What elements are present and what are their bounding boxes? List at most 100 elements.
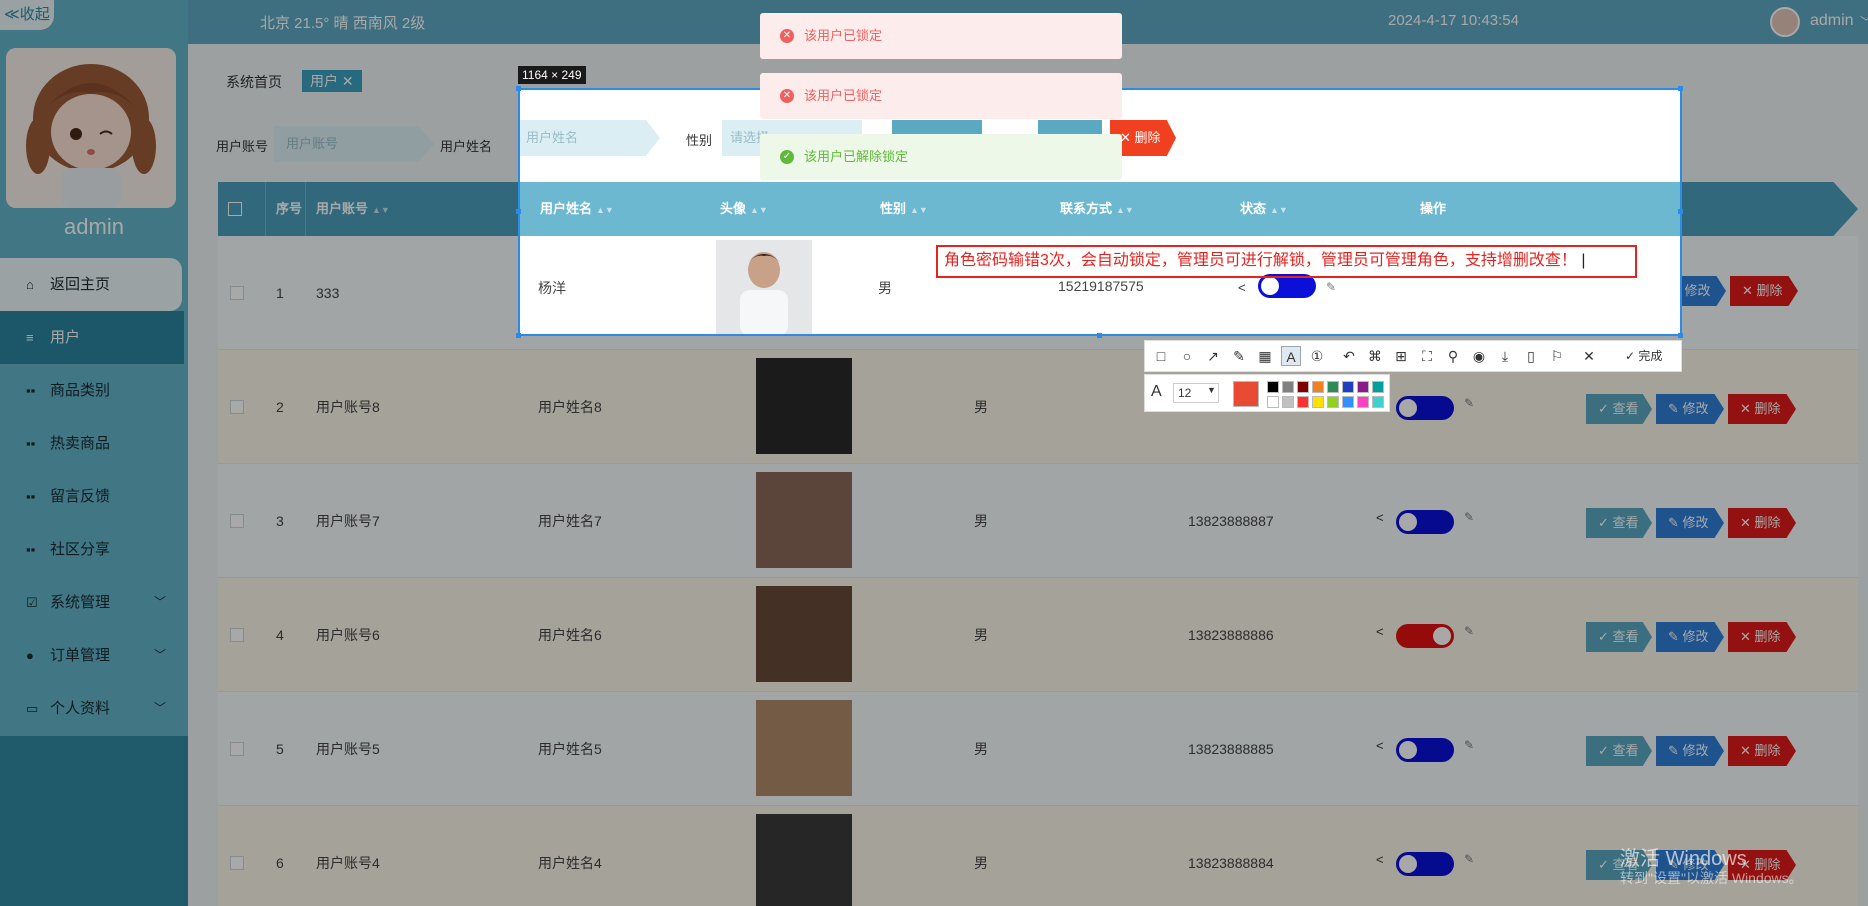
sidebar-item-feedback[interactable]: ▪▪ 留言反馈 [0,470,188,523]
edit-icon[interactable]: ✎ [1464,624,1474,638]
edit-icon[interactable]: ✎ [1464,396,1474,410]
lock-toggle[interactable] [1396,738,1454,762]
row-checkbox[interactable] [230,286,244,300]
user-name[interactable]: admin [1810,12,1854,30]
color-swatch[interactable] [1357,381,1369,393]
view-button[interactable]: ✓ 查看 [1586,508,1652,538]
delete-button[interactable]: ✕ 删除 [1728,508,1796,538]
color-swatch[interactable] [1297,381,1309,393]
share-icon[interactable]: < [1376,510,1384,525]
delete-button[interactable]: ✕ 删除 [1728,622,1796,652]
row-checkbox[interactable] [230,400,244,414]
user-avatar[interactable] [1770,7,1800,37]
header-status[interactable]: 状态 ▲▼ [1230,182,1410,236]
edit-icon[interactable]: ✎ [1464,510,1474,524]
lock-toggle[interactable] [1396,396,1454,420]
resize-handle[interactable] [1678,333,1683,338]
close-icon[interactable]: ✕ [1579,346,1599,366]
share-icon[interactable]: < [1376,852,1384,867]
resize-handle[interactable] [1097,333,1102,338]
resize-handle[interactable] [516,333,521,338]
rectangle-icon[interactable]: □ [1151,346,1171,366]
sidebar-item-system[interactable]: ☑ 系统管理 ﹀ [0,576,188,629]
resize-handle[interactable] [1678,209,1683,214]
header-name[interactable]: 用户姓名 ▲▼ [530,182,710,236]
ocr-icon[interactable]: ⌘ [1365,346,1385,366]
header-avatar[interactable]: 头像 ▲▼ [710,182,870,236]
resize-handle[interactable] [516,209,521,214]
download-icon[interactable]: ⤓ [1495,346,1515,366]
sidebar-item-community[interactable]: ▪▪ 社区分享 [0,523,188,576]
pen-icon[interactable]: ✎ [1229,346,1249,366]
header-account[interactable]: 用户账号 ▲▼ [306,182,524,236]
color-swatch[interactable] [1372,396,1384,408]
undo-icon[interactable]: ↶ [1339,346,1359,366]
row-checkbox[interactable] [230,628,244,642]
sidebar-item-hot-products[interactable]: ▪▪ 热卖商品 [0,417,188,470]
color-swatch[interactable] [1312,396,1324,408]
current-color-swatch[interactable] [1233,381,1259,407]
view-button[interactable]: ✓ 查看 [1586,622,1652,652]
chevron-down-icon[interactable]: ﹀ [1860,13,1868,30]
sidebar-item-home[interactable]: ⌂ 返回主页 [0,258,182,311]
color-swatch[interactable] [1267,381,1279,393]
lock-toggle[interactable] [1396,510,1454,534]
done-button[interactable]: ✓ 完成 [1625,347,1662,364]
account-input[interactable]: 用户账号 [274,126,434,162]
sidebar-item-users[interactable]: ≡ 用户 [0,311,184,364]
sidebar-item-orders[interactable]: ● 订单管理 ﹀ [0,629,188,682]
header-select-all[interactable] [218,182,266,236]
resize-handle[interactable] [516,86,521,91]
color-swatch[interactable] [1327,381,1339,393]
edit-button[interactable]: ✎ 修改 [1656,394,1724,424]
text-icon[interactable]: A [1281,346,1301,366]
color-swatch[interactable] [1282,396,1294,408]
row-checkbox[interactable] [230,514,244,528]
color-swatch[interactable] [1282,381,1294,393]
edit-icon[interactable]: ✎ [1326,280,1336,294]
header-gender[interactable]: 性别 ▲▼ [870,182,1050,236]
collapse-button[interactable]: ≪收起 [0,0,54,30]
share-icon[interactable]: < [1238,280,1246,295]
share-icon[interactable]: < [1376,738,1384,753]
breadcrumb-home[interactable]: 系统首页 [226,72,282,92]
number-icon[interactable]: ① [1307,346,1327,366]
resize-handle[interactable] [1678,86,1683,91]
delete-button[interactable]: ✕ 删除 [1728,736,1796,766]
color-swatch[interactable] [1312,381,1324,393]
color-swatch[interactable] [1267,396,1279,408]
color-swatch[interactable] [1327,396,1339,408]
delete-button[interactable]: ✕ 删除 [1728,394,1796,424]
color-swatch[interactable] [1297,396,1309,408]
color-swatch[interactable] [1342,396,1354,408]
annotation-textbox[interactable]: 角色密码输错3次，会自动锁定，管理员可进行解锁，管理员可管理角色，支持增删改查！… [936,245,1637,278]
view-button[interactable]: ✓ 查看 [1586,394,1652,424]
edit-button[interactable]: ✎ 修改 [1656,508,1724,538]
header-phone[interactable]: 联系方式 ▲▼ [1050,182,1230,236]
lock-toggle[interactable] [1396,624,1454,648]
crop-icon[interactable]: ⛶ [1417,346,1437,366]
edit-icon[interactable]: ✎ [1464,852,1474,866]
tab-users[interactable]: 用户 ✕ [302,70,362,92]
color-swatch[interactable] [1342,381,1354,393]
row-checkbox[interactable] [230,856,244,870]
edit-button[interactable]: ✎ 修改 [1656,736,1724,766]
ellipse-icon[interactable]: ○ [1177,346,1197,366]
pin-icon[interactable]: ⚲ [1443,346,1463,366]
mosaic-icon[interactable]: ▦ [1255,346,1275,366]
arrow-icon[interactable]: ↗ [1203,346,1223,366]
color-swatch[interactable] [1357,396,1369,408]
edit-button[interactable]: ✎ 修改 [1656,622,1724,652]
edit-icon[interactable]: ✎ [1464,738,1474,752]
translate-icon[interactable]: ⊞ [1391,346,1411,366]
sidebar-item-profile[interactable]: ▭ 个人资料 ﹀ [0,682,188,735]
row-checkbox[interactable] [230,742,244,756]
color-swatch[interactable] [1372,381,1384,393]
delete-button[interactable]: ✕ 删除 [1730,276,1798,306]
view-button[interactable]: ✓ 查看 [1586,736,1652,766]
bookmark-icon[interactable]: ⚐ [1547,346,1567,366]
record-icon[interactable]: ◉ [1469,346,1489,366]
sidebar-item-categories[interactable]: ▪▪ 商品类别 [0,364,188,417]
screenshot-selection[interactable]: 用户姓名 性别 请选择 ✕ 删除 用户姓名 ▲▼ 头像 ▲▼ 性别 ▲▼ 联系方式 ▲▼… [518,88,1682,336]
name-input[interactable]: 用户姓名 [520,120,660,156]
